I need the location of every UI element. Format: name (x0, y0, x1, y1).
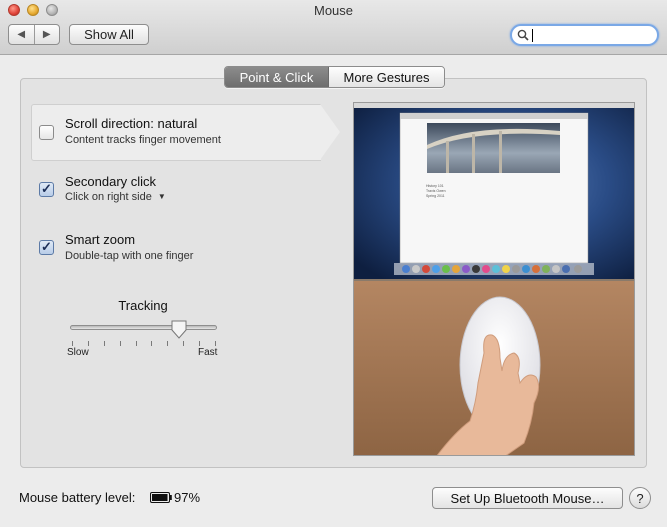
help-button[interactable]: ? (629, 487, 651, 509)
doc-line: Travis Owen (426, 189, 446, 193)
battery-level-label: Mouse battery level: (19, 490, 136, 505)
back-arrow-icon[interactable]: ◀ (9, 25, 35, 44)
doc-line: History 101 (426, 184, 444, 188)
text-cursor (532, 29, 533, 42)
window-title: Mouse (313, 3, 354, 18)
tracking-slider-track[interactable] (70, 325, 217, 330)
tab-more-gestures[interactable]: More Gestures (329, 67, 444, 87)
battery-icon (150, 492, 172, 503)
preview-illustration: History 101 Travis Owen Spring 2011 (354, 103, 634, 455)
secondary-click-checkbox[interactable]: ✓ (39, 181, 54, 197)
smart-zoom-title: Smart zoom (65, 232, 136, 247)
tab-bar: Point & Click More Gestures (224, 66, 445, 88)
tracking-tick (87, 341, 89, 346)
tracking-tick (215, 341, 216, 346)
tracking-label: Tracking (118, 298, 168, 313)
secondary-click-dropdown[interactable]: Click on right side ▼ (65, 191, 166, 203)
forward-arrow-icon[interactable]: ▶ (35, 25, 60, 44)
back-forward-control: ◀ ▶ (8, 24, 60, 45)
selected-option-highlight (31, 104, 321, 161)
tracking-slow-label: Slow (67, 347, 89, 358)
doc-line: Spring 2011 (426, 194, 445, 198)
title-toolbar: Mouse ◀ ▶ Show All (0, 0, 667, 55)
checkmark-icon: ✓ (41, 239, 52, 254)
tracking-fast-label: Fast (198, 347, 218, 358)
tracking-tick (151, 341, 153, 346)
dropdown-arrow-icon: ▼ (157, 192, 166, 201)
tab-point-and-click[interactable]: Point & Click (225, 67, 329, 87)
tracking-tick (119, 341, 121, 346)
smart-zoom-subtitle: Double-tap with one finger (65, 250, 194, 262)
tracking-tick (103, 341, 105, 346)
checkmark-icon: ✓ (41, 181, 52, 196)
scroll-direction-checkbox[interactable] (39, 125, 54, 140)
tracking-tick (72, 341, 73, 346)
secondary-click-title: Secondary click (65, 174, 157, 189)
search-icon (517, 29, 529, 41)
search-input[interactable] (510, 24, 659, 46)
tracking-tick (183, 341, 185, 346)
secondary-click-subtitle: Click on right side (65, 191, 152, 203)
battery-level-value: 97% (174, 490, 201, 505)
tracking-tick (199, 341, 201, 346)
gesture-preview-video: History 101 Travis Owen Spring 2011 (353, 102, 635, 456)
selection-pointer (320, 104, 340, 160)
setup-bluetooth-mouse-button[interactable]: Set Up Bluetooth Mouse… (432, 487, 623, 509)
tracking-tick (135, 341, 137, 346)
scroll-direction-title: Scroll direction: natural (65, 116, 198, 131)
show-all-button[interactable]: Show All (69, 24, 149, 45)
smart-zoom-checkbox[interactable]: ✓ (39, 239, 54, 255)
tracking-tick (167, 341, 169, 346)
tracking-slider-knob[interactable] (170, 320, 188, 339)
scroll-direction-subtitle: Content tracks finger movement (65, 134, 221, 146)
